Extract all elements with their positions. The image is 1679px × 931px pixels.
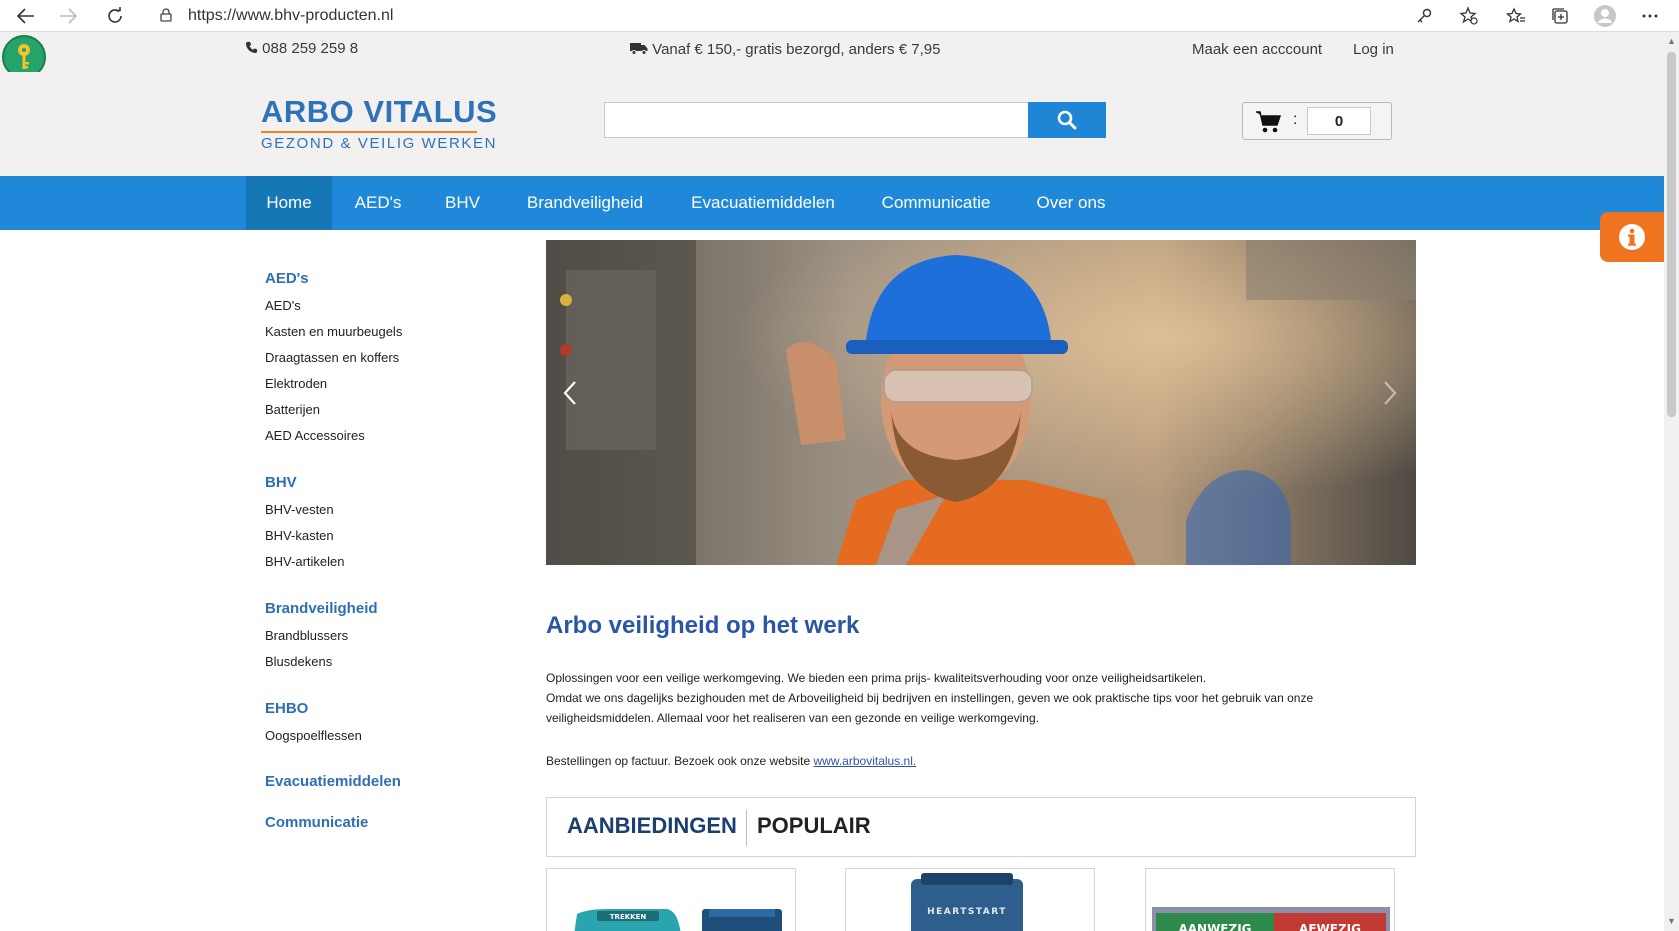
invoice-text: Bestellingen op factuur. Bezoek ook onze… — [546, 754, 814, 768]
sidebar-heading-communicatie[interactable]: Communicatie — [265, 814, 368, 831]
login-link[interactable]: Log in — [1353, 41, 1394, 58]
cart-separator: : — [1293, 111, 1298, 128]
sidebar-item-bhv-kasten[interactable]: BHV-kasten — [265, 528, 334, 543]
chevron-right-icon[interactable] — [1382, 380, 1398, 413]
scrollbar[interactable]: ▲ ▼ — [1664, 32, 1679, 931]
sidebar-item-kasten[interactable]: Kasten en muurbeugels — [265, 324, 402, 339]
reload-icon[interactable] — [103, 4, 127, 28]
tab-aanbiedingen[interactable]: AANBIEDINGEN — [567, 813, 737, 839]
product-1-label: TREKKEN — [610, 913, 647, 921]
sidebar-item-blusdekens[interactable]: Blusdekens — [265, 654, 332, 669]
sidebar-item-oogspoelflessen[interactable]: Oogspoelflessen — [265, 728, 362, 743]
chevron-left-icon[interactable] — [562, 380, 578, 413]
product-tabs: AANBIEDINGEN POPULAIR — [546, 797, 1416, 857]
phone-icon — [245, 41, 258, 54]
page-title: Arbo veiligheid op het werk — [546, 612, 860, 639]
search-button[interactable] — [1028, 102, 1106, 138]
product-image-aed-box: TREKKEN — [574, 909, 782, 931]
search-icon — [1057, 110, 1077, 130]
profile-icon[interactable] — [1592, 4, 1618, 28]
sidebar-item-aed-accessoires[interactable]: AED Accessoires — [265, 428, 365, 443]
cart-icon — [1256, 111, 1282, 133]
sidebar-item-aeds[interactable]: AED's — [265, 298, 301, 313]
scroll-down-icon[interactable]: ▼ — [1667, 916, 1676, 926]
truck-icon — [630, 43, 648, 55]
lock-icon — [160, 8, 172, 22]
sidebar-item-elektroden[interactable]: Elektroden — [265, 376, 327, 391]
add-favorite-icon[interactable] — [1456, 4, 1482, 28]
invoice-paragraph: Bestellingen op factuur. Bezoek ook onze… — [546, 751, 1366, 771]
key-icon[interactable] — [1411, 4, 1437, 28]
tab-populair[interactable]: POPULAIR — [757, 813, 871, 839]
search-input[interactable] — [604, 102, 1029, 138]
intro-line-2: Omdat we ons dagelijks bezighouden met d… — [546, 691, 1314, 705]
nav-item-home[interactable]: Home — [246, 176, 332, 230]
info-icon — [1619, 224, 1645, 250]
product-3-left-label: AANWEZIG — [1178, 922, 1251, 931]
favorites-icon[interactable] — [1503, 4, 1529, 28]
logo-underline — [261, 131, 477, 133]
intro-line-1: Oplossingen voor een veilige werkomgevin… — [546, 671, 1207, 685]
logo-subtitle: GEZOND & VEILIG WERKEN — [261, 135, 498, 152]
url-text: https://www.bhv-producten.nl — [188, 7, 394, 24]
product-3-right-label: AFWEZIG — [1299, 922, 1361, 931]
sidebar-item-draagtassen[interactable]: Draagtassen en koffers — [265, 350, 399, 365]
sidebar-item-batterijen[interactable]: Batterijen — [265, 402, 320, 417]
nav-item-brandveiligheid[interactable]: Brandveiligheid — [511, 176, 659, 230]
nav-item-bhv[interactable]: BHV — [430, 176, 495, 230]
website-link[interactable]: www.arbovitalus.nl. — [814, 754, 917, 768]
hero-image — [546, 240, 1416, 565]
main-navigation: Home AED's BHV Brandveiligheid Evacuatie… — [0, 176, 1664, 230]
nav-item-evacuatiemiddelen[interactable]: Evacuatiemiddelen — [678, 176, 848, 230]
scroll-up-icon[interactable]: ▲ — [1667, 36, 1676, 46]
sidebar-heading-evacuatiemiddelen[interactable]: Evacuatiemiddelen — [265, 773, 401, 790]
forward-icon[interactable] — [56, 4, 80, 28]
intro-line-3: veiligheidsmiddelen. Allemaal voor het r… — [546, 711, 1039, 725]
sidebar-heading-brandveiligheid[interactable]: Brandveiligheid — [265, 600, 378, 617]
more-icon[interactable] — [1637, 4, 1663, 28]
cart-widget[interactable]: : 0 — [1242, 102, 1392, 140]
intro-paragraph: Oplossingen voor een veilige werkomgevin… — [546, 668, 1366, 728]
top-strip: 088 259 259 8 Vanaf € 150,- gratis bezor… — [0, 32, 1664, 79]
phone-text: 088 259 259 8 — [262, 40, 359, 57]
sidebar-heading-aeds[interactable]: AED's — [265, 270, 309, 287]
sidebar-item-brandblussers[interactable]: Brandblussers — [265, 628, 348, 643]
back-icon[interactable] — [14, 4, 38, 28]
sidebar-item-bhv-vesten[interactable]: BHV-vesten — [265, 502, 334, 517]
info-tab[interactable] — [1600, 212, 1664, 262]
product-2-label: HEARTSTART — [927, 907, 1007, 917]
nav-item-aeds[interactable]: AED's — [340, 176, 416, 230]
shipping-info: Vanaf € 150,- gratis bezorgd, anders € 7… — [630, 41, 940, 58]
product-card[interactable]: AANWEZIG AFWEZIG — [1145, 868, 1395, 931]
product-card[interactable]: TREKKEN — [546, 868, 796, 931]
browser-toolbar: https://www.bhv-producten.nl — [0, 0, 1679, 32]
shipping-text: Vanaf € 150,- gratis bezorgd, anders € 7… — [652, 41, 941, 58]
logo-title[interactable]: ARBO VITALUS — [261, 94, 497, 130]
sidebar-item-bhv-artikelen[interactable]: BHV-artikelen — [265, 554, 344, 569]
product-image-presence-sign: AANWEZIG AFWEZIG — [1152, 907, 1390, 931]
product-image-heartstart: HEARTSTART — [911, 873, 1023, 931]
sidebar-heading-ehbo[interactable]: EHBO — [265, 700, 308, 717]
nav-item-over-ons[interactable]: Over ons — [1024, 176, 1118, 230]
product-card[interactable]: HEARTSTART — [845, 868, 1095, 931]
address-bar[interactable]: https://www.bhv-producten.nl — [146, 2, 1486, 30]
phone-number[interactable]: 088 259 259 8 — [245, 40, 358, 57]
nav-item-communicatie[interactable]: Communicatie — [866, 176, 1006, 230]
collections-icon[interactable] — [1547, 4, 1573, 28]
web-page: 088 259 259 8 Vanaf € 150,- gratis bezor… — [0, 32, 1664, 931]
scroll-thumb[interactable] — [1667, 52, 1676, 417]
sidebar-heading-bhv[interactable]: BHV — [265, 474, 297, 491]
hero-carousel[interactable] — [546, 240, 1416, 565]
cart-count: 0 — [1307, 107, 1371, 135]
create-account-link[interactable]: Maak een acccount — [1192, 41, 1322, 58]
tab-divider — [746, 810, 747, 846]
